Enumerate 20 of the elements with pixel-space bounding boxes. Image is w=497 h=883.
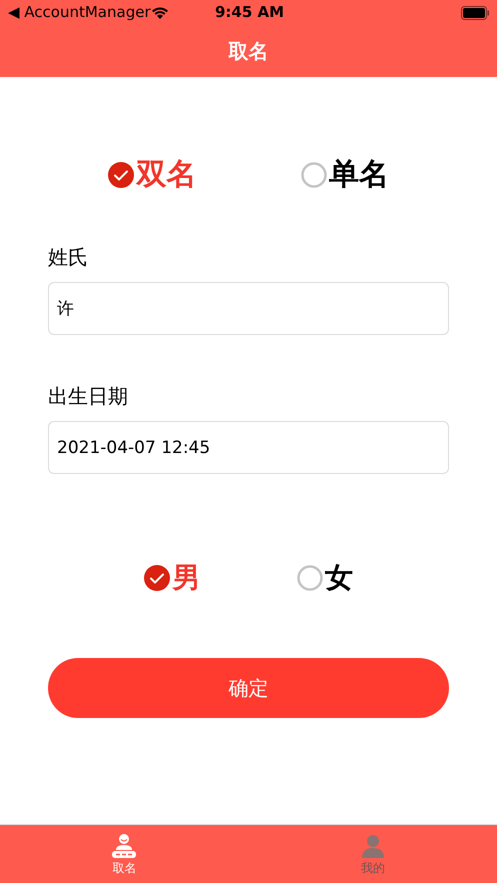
user-icon [360,832,386,858]
check-circle-icon [108,162,134,188]
radio-option[interactable]: 单名 [300,155,389,194]
input-field[interactable]: 2021-04-07 12:45 [48,421,449,474]
back-app-link[interactable]: ◀ AccountManager [8,1,153,24]
confirm-button[interactable]: 确定 [48,658,449,718]
check-circle-icon [144,565,170,592]
input-field[interactable]: 许 [48,282,449,335]
empty-circle-icon [296,565,323,592]
page-title: 取名 [228,38,268,65]
radio-option[interactable]: 男 [144,560,200,596]
status-time: 9:45 AM [215,2,284,24]
radio-option[interactable]: 女 [296,560,353,596]
empty-circle-icon [300,162,327,188]
field-label: 出生日期 [48,383,129,409]
field-label: 姓氏 [48,244,89,270]
wifi-icon [151,6,169,20]
radio-option[interactable]: 双名 [108,155,196,194]
battery-icon [461,6,489,20]
smiling-user-icon [111,832,138,858]
